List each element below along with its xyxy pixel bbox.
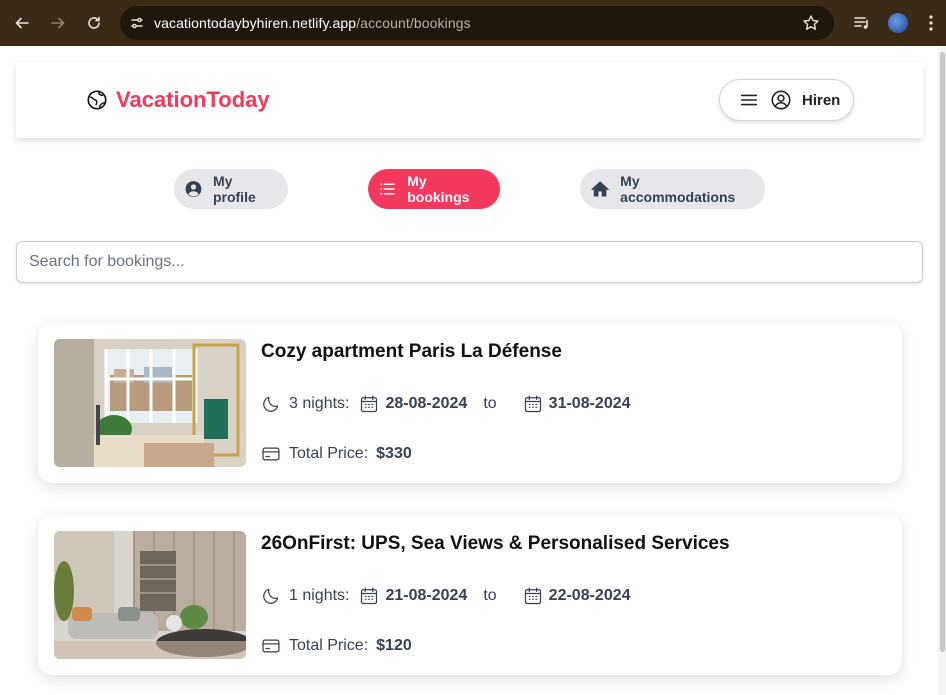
credit-card-icon [262,447,280,461]
reload-icon [88,16,100,29]
booking-price-row: Total Price: $120 [261,636,412,656]
browser-menu-button[interactable] [916,0,946,46]
check-out-value: 22-08-2024 [548,587,631,604]
playlist-icon [854,17,868,29]
date-separator: to [483,395,497,412]
back-button[interactable] [4,0,40,46]
check-in-date: 21-08-2024 [359,586,467,606]
browser-toolbar: vacationtodaybyhiren.netlify.app/account… [0,0,946,46]
price-value: $330 [376,445,412,462]
price-label: Total Price: [289,445,369,462]
user-name: Hiren [802,91,841,109]
date-separator: to [483,587,497,604]
credit-card-icon [262,639,280,653]
address-bar[interactable]: vacationtodaybyhiren.netlify.app/account… [120,6,834,40]
tab-label: My profile [212,173,256,205]
booking-card[interactable]: Cozy apartment Paris La Défense 3 nights… [38,323,902,483]
check-out-value: 31-08-2024 [548,395,631,412]
booking-photo[interactable] [54,339,246,467]
booking-dates-row: 1 nights: 21-08-2024 to 22-08-2024 [261,586,631,606]
check-out-date: 31-08-2024 [523,394,631,414]
user-circle-icon [185,181,202,197]
arrow-right-icon [51,17,65,29]
profile-button[interactable] [880,0,916,46]
profile-avatar [888,13,908,33]
booking-nights: 1 nights: [289,587,350,604]
bookmark-star-icon[interactable] [802,14,820,32]
site-header: VacationToday Hiren [16,62,923,138]
check-in-date: 28-08-2024 [359,394,467,414]
booking-title[interactable]: Cozy apartment Paris La Défense [261,341,562,363]
url-path: /account/bookings [356,15,471,31]
url-text: vacationtodaybyhiren.netlify.app/account… [154,15,471,31]
booking-nights: 3 nights: [289,395,350,412]
reload-button[interactable] [76,0,112,46]
user-menu-button[interactable]: Hiren [719,79,854,121]
logo-link[interactable]: VacationToday [86,87,270,113]
more-vertical-icon [929,15,933,31]
arrow-left-icon [15,17,29,29]
check-out-date: 22-08-2024 [523,586,631,606]
booking-price-row: Total Price: $330 [261,444,412,464]
booking-dates-row: 3 nights: 28-08-2024 to 31-08-2024 [261,394,631,414]
site-settings-icon[interactable] [120,15,154,31]
tab-label: My bookings [407,173,470,205]
booking-photo[interactable] [54,531,246,659]
url-host: vacationtodaybyhiren.netlify.app [154,15,357,31]
calendar-icon [361,587,378,605]
scrollbar-thumb[interactable] [940,52,945,652]
price-label: Total Price: [289,637,369,654]
moon-icon [263,396,279,412]
tab-label: My accommodations [620,173,736,205]
search-bookings-input[interactable] [16,241,923,283]
price-value: $120 [376,637,412,654]
home-icon [591,181,609,197]
list-icon [380,183,395,195]
hamburger-menu-icon [740,94,758,106]
tab-my-accommodations[interactable]: My accommodations [580,169,765,209]
tab-my-profile[interactable]: My profile [174,169,288,209]
media-controls-button[interactable] [844,0,880,46]
user-circle-icon [771,90,791,110]
booking-card[interactable]: 26OnFirst: UPS, Sea Views & Personalised… [38,515,902,675]
check-in-value: 21-08-2024 [385,587,468,604]
calendar-icon [524,395,541,413]
moon-icon [263,588,279,604]
calendar-icon [361,395,378,413]
check-in-value: 28-08-2024 [385,395,468,412]
forward-button[interactable] [40,0,76,46]
booking-title[interactable]: 26OnFirst: UPS, Sea Views & Personalised… [261,533,730,555]
calendar-icon [524,587,541,605]
logo-text: VacationToday [116,87,270,112]
globe-icon [87,90,107,110]
tab-my-bookings[interactable]: My bookings [368,169,500,209]
